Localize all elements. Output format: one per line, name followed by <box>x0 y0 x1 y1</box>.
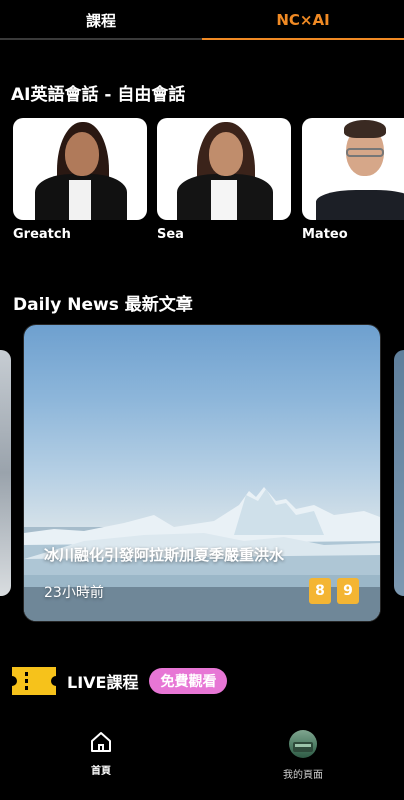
tutor-card-mateo[interactable]: Mateo <box>302 118 404 242</box>
nav-profile-label: 我的頁面 <box>283 770 323 781</box>
tab-courses[interactable]: 課程 <box>0 0 202 40</box>
bottom-nav: 首頁 我的頁面 <box>0 722 404 800</box>
nav-home-label: 首頁 <box>91 766 111 777</box>
tutor-name: Sea <box>157 227 184 242</box>
free-watch-badge[interactable]: 免費觀看 <box>149 668 228 694</box>
ai-conversation-title: AI英語會話 - 自由會話 <box>11 85 186 105</box>
home-icon <box>91 732 111 752</box>
app-screen: 課程 NC×AI AI英語會話 - 自由會話 Greatch Sea Mateo… <box>0 0 404 800</box>
nav-home[interactable]: 首頁 <box>51 730 151 777</box>
news-card-previous[interactable] <box>0 350 11 596</box>
news-card[interactable]: 冰川融化引發阿拉斯加夏季嚴重洪水 23小時前 8 9 <box>24 325 380 621</box>
news-card-next[interactable] <box>394 350 404 596</box>
tutor-name: Mateo <box>302 227 348 242</box>
daily-news-title: Daily News 最新文章 <box>13 295 193 315</box>
tab-courses-label: 課程 <box>85 11 116 30</box>
tutor-photo <box>157 118 291 220</box>
level-badge: 8 <box>309 578 331 604</box>
ticket-icon <box>12 667 56 695</box>
tutor-name: Greatch <box>13 227 71 242</box>
tutor-card-greatch[interactable]: Greatch <box>13 118 147 242</box>
news-headline: 冰川融化引發阿拉斯加夏季嚴重洪水 <box>44 546 285 564</box>
live-course-label: LIVE課程 <box>67 673 139 692</box>
tutor-photo <box>13 118 147 220</box>
tab-active-indicator <box>202 38 404 40</box>
tab-ncai-label: NC×AI <box>276 11 330 29</box>
top-tab-bar: 課程 NC×AI <box>0 0 404 40</box>
tutor-card-sea[interactable]: Sea <box>157 118 291 242</box>
news-timestamp: 23小時前 <box>44 585 104 601</box>
avatar <box>289 730 317 758</box>
level-badge: 9 <box>337 578 359 604</box>
live-course-row[interactable]: LIVE課程 免費觀看 <box>12 666 228 696</box>
tab-divider <box>0 38 202 40</box>
nav-profile[interactable]: 我的頁面 <box>253 730 353 781</box>
tab-ncai[interactable]: NC×AI <box>202 0 404 40</box>
tutor-photo <box>302 118 404 220</box>
